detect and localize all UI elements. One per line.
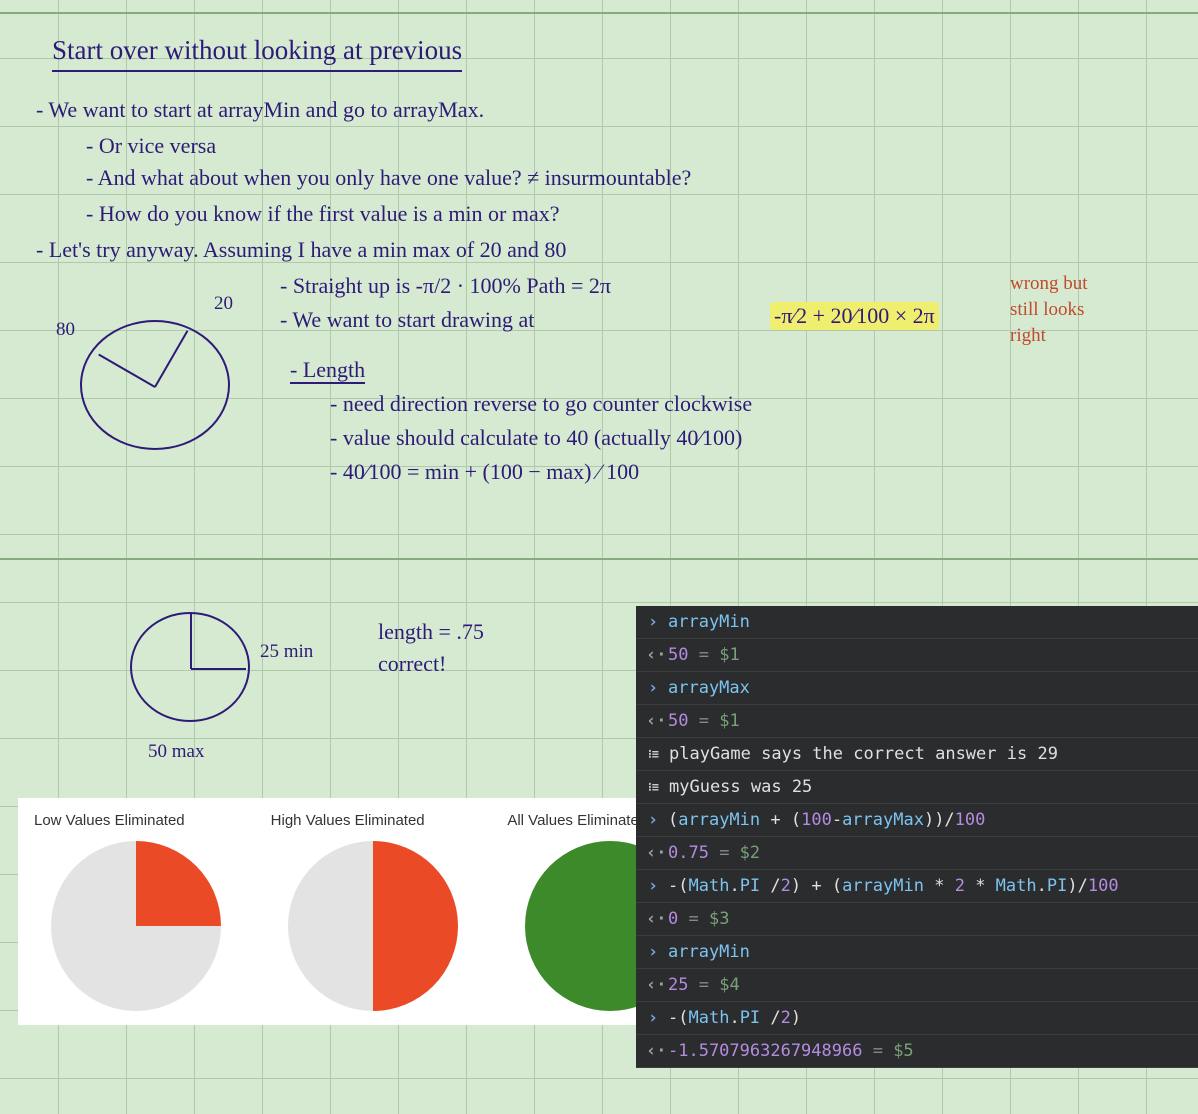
console-text: arrayMin bbox=[668, 942, 750, 962]
devtools-console[interactable]: › arrayMin ‹· 50 = $1 › arrayMax ‹· 50 = $1 ⁝≡ pl… bbox=[636, 606, 1198, 1068]
console-text: playGame says the correct answer is 29 bbox=[669, 744, 1058, 764]
console-row: ⁝≡ myGuess was 25 bbox=[636, 771, 1198, 804]
radius-line bbox=[190, 614, 192, 669]
note-line: - 40⁄100 = min + (100 − max) ⁄ 100 bbox=[330, 458, 639, 486]
note-formula-highlight: -π⁄2 + 20⁄100 × 2π bbox=[770, 302, 939, 330]
console-row: ‹· 25 = $4 bbox=[636, 969, 1198, 1002]
side-comment: right bbox=[1010, 324, 1046, 348]
chevron-out-icon: ‹· bbox=[646, 711, 660, 731]
chevron-out-icon: ‹· bbox=[646, 1041, 660, 1061]
console-text: -(Math.PI /2) + (arrayMin * 2 * Math.PI)… bbox=[668, 876, 1119, 896]
console-text: -(Math.PI /2) bbox=[668, 1008, 801, 1028]
note-line: - We want to start drawing at bbox=[280, 306, 534, 334]
sketch2-correct: correct! bbox=[378, 650, 446, 678]
info-icon: ⁝≡ bbox=[646, 780, 661, 795]
console-row: › (arrayMin + (100-arrayMax))/100 bbox=[636, 804, 1198, 837]
note-length-text: - Length bbox=[290, 357, 365, 384]
side-comment: wrong but bbox=[1010, 272, 1088, 296]
page-mid-divider bbox=[0, 558, 1198, 560]
sketch2-label-min: 25 min bbox=[260, 640, 313, 664]
chevron-in-icon: › bbox=[646, 1008, 660, 1028]
console-text: 50 = $1 bbox=[668, 711, 740, 731]
console-row: › arrayMax bbox=[636, 672, 1198, 705]
console-row: › arrayMin bbox=[636, 936, 1198, 969]
note-line: - Straight up is -π/2 · 100% Path = 2π bbox=[280, 272, 611, 300]
console-text: myGuess was 25 bbox=[669, 777, 812, 797]
chevron-in-icon: › bbox=[646, 678, 660, 698]
chevron-in-icon: › bbox=[646, 942, 660, 962]
pie-chart-low bbox=[51, 841, 221, 1011]
console-text: 0.75 = $2 bbox=[668, 843, 760, 863]
pie-sketch-2 bbox=[130, 612, 250, 722]
console-text: (arrayMin + (100-arrayMax))/100 bbox=[668, 810, 985, 830]
note-line: - And what about when you only have one … bbox=[86, 164, 691, 192]
sketch1-label-20: 20 bbox=[214, 292, 233, 316]
console-text: -1.5707963267948966 = $5 bbox=[668, 1041, 914, 1061]
chevron-out-icon: ‹· bbox=[646, 909, 660, 929]
notes-title: Start over without looking at previous bbox=[52, 34, 462, 72]
chevron-out-icon: ‹· bbox=[646, 645, 660, 665]
console-row: ⁝≡ playGame says the correct answer is 29 bbox=[636, 738, 1198, 771]
console-row: ‹· 0 = $3 bbox=[636, 903, 1198, 936]
console-text: arrayMin bbox=[668, 612, 750, 632]
note-line: - How do you know if the first value is … bbox=[86, 200, 560, 228]
side-comment: still looks bbox=[1010, 298, 1084, 322]
sketch2-label-max: 50 max bbox=[148, 740, 204, 764]
note-line: - need direction reverse to go counter c… bbox=[330, 390, 752, 418]
note-line: - Let's try anyway. Assuming I have a mi… bbox=[36, 236, 566, 264]
pie-sketch-1 bbox=[80, 320, 230, 450]
pie-title: All Values Eliminated bbox=[507, 812, 647, 829]
pie-title: Low Values Eliminated bbox=[34, 812, 185, 829]
console-row: › -(Math.PI /2) bbox=[636, 1002, 1198, 1035]
note-line: - Or vice versa bbox=[86, 132, 216, 160]
pie-title: High Values Eliminated bbox=[271, 812, 425, 829]
chevron-out-icon: ‹· bbox=[646, 843, 660, 863]
chevron-out-icon: ‹· bbox=[646, 975, 660, 995]
info-icon: ⁝≡ bbox=[646, 747, 661, 762]
console-text: 25 = $4 bbox=[668, 975, 740, 995]
chevron-in-icon: › bbox=[646, 876, 660, 896]
console-text: 50 = $1 bbox=[668, 645, 740, 665]
console-text: arrayMax bbox=[668, 678, 750, 698]
console-row: ‹· -1.5707963267948966 = $5 bbox=[636, 1035, 1198, 1068]
note-length-heading: - Length bbox=[290, 356, 365, 384]
console-row: ‹· 0.75 = $2 bbox=[636, 837, 1198, 870]
sketch2-length: length = .75 bbox=[378, 618, 484, 646]
note-line: - We want to start at arrayMin and go to… bbox=[36, 96, 484, 124]
console-row: ‹· 50 = $1 bbox=[636, 705, 1198, 738]
pie-chart-high bbox=[288, 841, 458, 1011]
sketch1-label-80: 80 bbox=[56, 318, 75, 342]
radius-line bbox=[191, 668, 246, 670]
pie-charts-panel: Low Values Eliminated High Values Elimin… bbox=[18, 798, 728, 1025]
radius-line bbox=[98, 354, 155, 388]
pie-column: High Values Eliminated bbox=[259, 812, 488, 1011]
page-top-divider bbox=[0, 12, 1198, 14]
console-text: 0 = $3 bbox=[668, 909, 729, 929]
console-row: ‹· 50 = $1 bbox=[636, 639, 1198, 672]
radius-line bbox=[154, 330, 188, 387]
pie-column: Low Values Eliminated bbox=[22, 812, 251, 1011]
chevron-in-icon: › bbox=[646, 612, 660, 632]
chevron-in-icon: › bbox=[646, 810, 660, 830]
console-row: › -(Math.PI /2) + (arrayMin * 2 * Math.PI… bbox=[636, 870, 1198, 903]
note-line: - value should calculate to 40 (actually… bbox=[330, 424, 742, 452]
console-row: › arrayMin bbox=[636, 606, 1198, 639]
